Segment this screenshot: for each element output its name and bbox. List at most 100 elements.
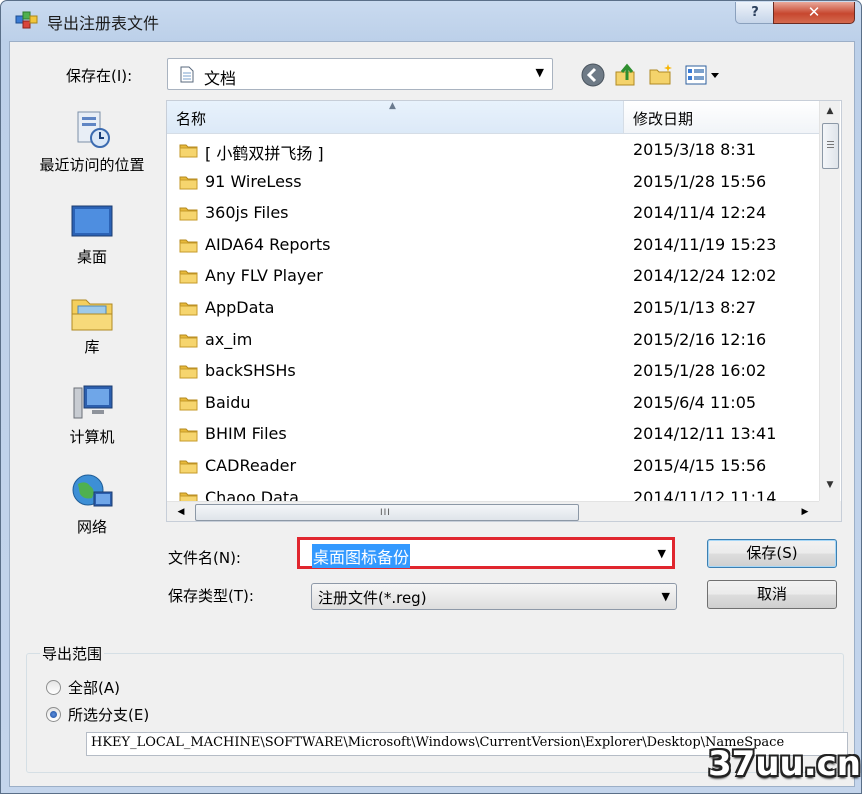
- save-in-value: 文档: [204, 69, 237, 88]
- branch-path-value: HKEY_LOCAL_MACHINE\SOFTWARE\Microsoft\Wi…: [91, 735, 785, 750]
- list-item[interactable]: [ 小鹤双拼飞扬 ] 2015/3/18 8:31: [167, 134, 819, 166]
- chevron-down-icon: ▼: [535, 66, 544, 79]
- registry-editor-icon: [15, 11, 38, 29]
- network-icon: [72, 474, 113, 507]
- place-computer-label: 计算机: [69, 428, 115, 446]
- place-recent[interactable]: 最近访问的位置: [18, 108, 158, 188]
- libraries-icon: [71, 299, 113, 331]
- list-item[interactable]: AppData 2015/1/13 8:27: [167, 292, 819, 324]
- horizontal-scroll-thumb[interactable]: III: [195, 504, 579, 521]
- view-menu-icon[interactable]: [684, 62, 724, 88]
- folder-icon: [179, 428, 198, 442]
- place-recent-label: 最近访问的位置: [39, 156, 145, 174]
- document-folder-icon: [180, 66, 194, 83]
- file-name: 360js Files: [205, 203, 289, 223]
- horizontal-scrollbar[interactable]: ◀ III ▶: [167, 501, 839, 521]
- file-name: Baidu: [205, 392, 251, 412]
- file-date: 2015/1/13 8:27: [633, 297, 757, 317]
- filename-label: 文件名(N):: [168, 549, 241, 567]
- chevron-down-icon: ▼: [661, 590, 670, 603]
- column-header-name-label: 名称: [176, 110, 207, 128]
- folder-icon: [179, 176, 198, 190]
- column-header-date-label: 修改日期: [633, 110, 694, 128]
- place-computer[interactable]: 计算机: [18, 378, 158, 458]
- sort-ascending-icon: ▲: [389, 101, 396, 111]
- list-item[interactable]: Any FLV Player 2014/12/24 12:02: [167, 260, 819, 292]
- filetype-dropdown[interactable]: 注册文件(*.reg) ▼: [311, 583, 677, 610]
- scroll-up-icon[interactable]: ▲: [820, 101, 840, 121]
- scroll-down-icon[interactable]: ▼: [820, 475, 840, 495]
- file-name: 91 WireLess: [205, 171, 302, 191]
- filename-input[interactable]: 桌面图标备份 ▼: [297, 537, 675, 569]
- filetype-label: 保存类型(T):: [168, 587, 254, 605]
- recent-places-icon: [77, 111, 110, 148]
- folder-icon: [179, 239, 198, 253]
- help-button[interactable]: ?: [735, 2, 775, 24]
- file-name: AIDA64 Reports: [205, 234, 331, 254]
- file-date: 2014/11/19 15:23: [633, 234, 777, 254]
- up-folder-icon[interactable]: [613, 62, 639, 88]
- place-libraries[interactable]: 库: [18, 288, 158, 368]
- filename-value: 桌面图标备份: [312, 544, 411, 568]
- file-date: 2015/1/28 15:56: [633, 171, 767, 191]
- column-header-date[interactable]: 修改日期: [624, 101, 819, 134]
- vertical-scrollbar[interactable]: ▲ ▼: [819, 101, 840, 505]
- filetype-value: 注册文件(*.reg): [318, 589, 427, 607]
- desktop-icon: [71, 205, 113, 237]
- folder-icon: [179, 207, 198, 221]
- save-button[interactable]: 保存(S): [707, 539, 837, 568]
- radio-selected-dot: [50, 711, 57, 718]
- file-date: 2015/3/18 8:31: [633, 140, 757, 159]
- chevron-down-icon[interactable]: ▼: [658, 547, 666, 560]
- file-date: 2015/1/28 16:02: [633, 361, 767, 381]
- new-folder-icon[interactable]: [648, 62, 674, 88]
- file-date: 2014/12/11 13:41: [633, 424, 777, 444]
- list-item[interactable]: BHIM Files 2014/12/11 13:41: [167, 418, 819, 450]
- file-date: 2015/4/15 15:56: [633, 455, 767, 475]
- list-item[interactable]: ax_im 2015/2/16 12:16: [167, 324, 819, 356]
- folder-icon: [179, 302, 198, 316]
- radio-all[interactable]: [46, 680, 61, 695]
- site-watermark: 37uu.cn: [708, 744, 861, 790]
- file-name: [ 小鹤双拼飞扬 ]: [205, 144, 324, 163]
- radio-selected-branch[interactable]: [46, 707, 61, 722]
- list-item[interactable]: 360js Files 2014/11/4 12:24: [167, 197, 819, 229]
- radio-selected-branch-label[interactable]: 所选分支(E): [68, 704, 149, 725]
- save-in-dropdown[interactable]: 文档 ▼: [167, 58, 553, 90]
- place-desktop[interactable]: 桌面: [18, 198, 158, 278]
- title-bar[interactable]: 导出注册表文件 ? ✕: [1, 1, 861, 41]
- places-bar: 最近访问的位置 桌面 库 计算机 网络: [18, 98, 158, 628]
- place-network[interactable]: 网络: [18, 468, 158, 548]
- vertical-scroll-thumb[interactable]: [822, 123, 839, 169]
- list-item[interactable]: AIDA64 Reports 2014/11/19 15:23: [167, 229, 819, 261]
- dialog-body: 保存在(I): 文档 ▼ 最近访问的位置 桌面 库 计算机 网络 名称 ▲ 修改…: [9, 41, 855, 787]
- watermark-text: 37uu.cn: [708, 744, 861, 784]
- file-name: backSHSHs: [205, 361, 296, 381]
- folder-icon: [179, 460, 198, 474]
- list-item[interactable]: backSHSHs 2015/1/28 16:02: [167, 355, 819, 387]
- list-item[interactable]: 91 WireLess 2015/1/28 15:56: [167, 166, 819, 198]
- radio-all-label[interactable]: 全部(A): [68, 677, 120, 698]
- place-network-label: 网络: [76, 518, 107, 536]
- column-header-name[interactable]: 名称 ▲: [167, 101, 624, 134]
- save-in-label: 保存在(I):: [66, 67, 133, 85]
- file-date: 2015/6/4 11:05: [633, 392, 757, 412]
- scroll-left-icon[interactable]: ◀: [171, 502, 191, 521]
- folder-icon: [179, 334, 198, 348]
- file-list[interactable]: 名称 ▲ 修改日期 [ 小鹤双拼飞扬 ] 2015/3/18 8:31 91 Wir…: [166, 100, 842, 522]
- folder-icon: [179, 144, 198, 158]
- back-arrow-icon[interactable]: [580, 62, 606, 88]
- scroll-right-icon[interactable]: ▶: [795, 502, 815, 521]
- file-name: Any FLV Player: [205, 266, 323, 286]
- cancel-button[interactable]: 取消: [707, 580, 837, 609]
- file-date: 2015/2/16 12:16: [633, 329, 767, 349]
- file-name: BHIM Files: [205, 424, 287, 444]
- list-item[interactable]: CADReader 2015/4/15 15:56: [167, 450, 819, 482]
- list-item[interactable]: Baidu 2015/6/4 11:05: [167, 387, 819, 419]
- close-button[interactable]: ✕: [773, 2, 855, 24]
- file-date: 2014/12/24 12:02: [633, 266, 777, 286]
- file-rows: [ 小鹤双拼飞扬 ] 2015/3/18 8:31 91 WireLess 2015/…: [167, 134, 819, 513]
- scroll-corner: [819, 501, 841, 521]
- folder-icon: [179, 365, 198, 379]
- folder-icon: [179, 270, 198, 284]
